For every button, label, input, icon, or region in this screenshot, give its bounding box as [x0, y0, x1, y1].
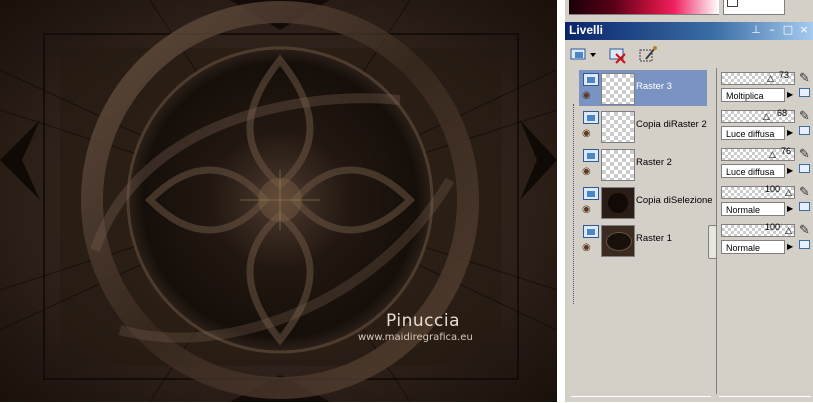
layers-toolbar — [565, 42, 813, 68]
layer-row-copia-diselezione[interactable]: ◉ Copia diSelezione — [579, 184, 713, 220]
layer-row-copia-diraster-2[interactable]: ◉ Copia diRaster 2 — [579, 108, 707, 144]
layer-name: Raster 1 — [636, 233, 672, 244]
layer-properties-column: 73 △ Moltiplica ▶ ✎ 68 △ Luce diffusa ▶ … — [716, 68, 813, 394]
layer-thumbnail — [601, 225, 635, 257]
opacity-thumb-icon[interactable]: △ — [767, 74, 774, 84]
layer-tree-line — [573, 104, 575, 304]
maximize-icon[interactable]: □ — [781, 23, 795, 37]
opacity-thumb-icon[interactable]: △ — [785, 188, 792, 198]
opacity-value: 76 — [781, 146, 792, 156]
layer-properties-icon[interactable] — [637, 45, 659, 65]
layer-props-copia-diraster-2: 68 △ Luce diffusa ▶ ✎ — [719, 108, 812, 144]
layer-thumbnail — [601, 149, 635, 181]
brush-icon[interactable]: ✎ — [799, 109, 810, 124]
layer-name: Raster 3 — [636, 81, 672, 92]
layers-list: ◉ Raster 3 ◉ Copia diRaster 2 ◉ Raster 2… — [567, 68, 717, 394]
blend-mode-select[interactable]: Normale — [721, 202, 785, 216]
opacity-value: 68 — [777, 108, 788, 118]
blend-mode-select[interactable]: Luce diffusa — [721, 126, 785, 140]
visibility-eye-icon[interactable]: ◉ — [582, 91, 591, 101]
blend-dropdown-arrow-icon[interactable]: ▶ — [787, 90, 793, 99]
layer-thumbnail — [601, 111, 635, 143]
watermark-title: Pinuccia — [386, 311, 460, 331]
image-canvas[interactable]: Pinuccia www.maidiregrafica.eu — [0, 0, 557, 402]
palette-checkbox[interactable] — [727, 0, 738, 7]
layer-thumbnail — [601, 187, 635, 219]
raster-layer-icon — [583, 73, 599, 86]
raster-layer-icon — [583, 149, 599, 162]
layer-thumbnail — [601, 73, 635, 105]
opacity-value: 73 — [779, 70, 790, 80]
visibility-eye-icon[interactable]: ◉ — [582, 129, 591, 139]
layer-name: Copia diRaster 2 — [636, 119, 707, 130]
visibility-eye-icon[interactable]: ◉ — [582, 243, 591, 253]
lock-icon[interactable] — [799, 202, 810, 211]
blend-dropdown-arrow-icon[interactable]: ▶ — [787, 166, 793, 175]
layer-props-raster-2: 76 △ Luce diffusa ▶ ✎ — [719, 146, 812, 182]
color-gradient-swatch[interactable] — [569, 0, 719, 15]
layer-name: Copia diSelezione — [636, 195, 713, 206]
canvas-separator — [557, 0, 565, 402]
raster-layer-icon — [583, 187, 599, 200]
opacity-thumb-icon[interactable]: △ — [763, 112, 770, 122]
opacity-slider[interactable] — [721, 186, 795, 199]
brush-icon[interactable]: ✎ — [799, 71, 810, 86]
raster-layer-icon — [583, 111, 599, 124]
layer-props-copia-diselezione: 100 △ Normale ▶ ✎ — [719, 184, 812, 220]
brush-icon[interactable]: ✎ — [799, 185, 810, 200]
layers-panel-titlebar[interactable]: Livelli ⊥ – □ × — [565, 22, 813, 40]
opacity-value: 100 — [765, 184, 781, 194]
opacity-slider[interactable] — [721, 224, 795, 237]
visibility-eye-icon[interactable]: ◉ — [582, 167, 591, 177]
layer-name: Raster 2 — [636, 157, 672, 168]
watermark-url: www.maidiregrafica.eu — [358, 332, 473, 343]
blend-dropdown-arrow-icon[interactable]: ▶ — [787, 242, 793, 251]
layers-panel: Livelli ⊥ – □ × ◉ Raster 3 ◉ Copia diRas… — [565, 20, 813, 402]
lock-icon[interactable] — [799, 88, 810, 97]
canvas-artwork — [0, 0, 557, 402]
brush-icon[interactable]: ✎ — [799, 147, 810, 162]
blend-dropdown-arrow-icon[interactable]: ▶ — [787, 204, 793, 213]
lock-icon[interactable] — [799, 126, 810, 135]
color-palette-strip — [565, 0, 813, 20]
layer-props-raster-3: 73 △ Moltiplica ▶ ✎ — [719, 70, 812, 106]
opacity-thumb-icon[interactable]: △ — [769, 150, 776, 160]
blend-mode-select[interactable]: Moltiplica — [721, 88, 785, 102]
layer-props-raster-1: 100 △ Normale ▶ ✎ — [719, 222, 812, 258]
lock-icon[interactable] — [799, 164, 810, 173]
blend-mode-select[interactable]: Luce diffusa — [721, 164, 785, 178]
blend-mode-select[interactable]: Normale — [721, 240, 785, 254]
visibility-eye-icon[interactable]: ◉ — [582, 205, 591, 215]
opacity-thumb-icon[interactable]: △ — [785, 226, 792, 236]
new-layer-icon[interactable] — [569, 45, 596, 65]
delete-layer-icon[interactable] — [607, 45, 629, 65]
blend-dropdown-arrow-icon[interactable]: ▶ — [787, 128, 793, 137]
layer-row-raster-3[interactable]: ◉ Raster 3 — [579, 70, 707, 106]
opacity-value: 100 — [765, 222, 781, 232]
panel-bottom-scrollbars — [565, 394, 813, 402]
layers-splitter[interactable] — [708, 70, 717, 270]
minimize-icon[interactable]: – — [765, 23, 779, 37]
layer-row-raster-2[interactable]: ◉ Raster 2 — [579, 146, 707, 182]
layers-panel-title: Livelli — [569, 23, 604, 37]
lock-icon[interactable] — [799, 240, 810, 249]
raster-layer-icon — [583, 225, 599, 238]
brush-icon[interactable]: ✎ — [799, 223, 810, 238]
layer-row-raster-1[interactable]: ◉ Raster 1 — [579, 222, 707, 258]
pin-icon[interactable]: ⊥ — [749, 23, 763, 37]
close-icon[interactable]: × — [797, 23, 811, 37]
